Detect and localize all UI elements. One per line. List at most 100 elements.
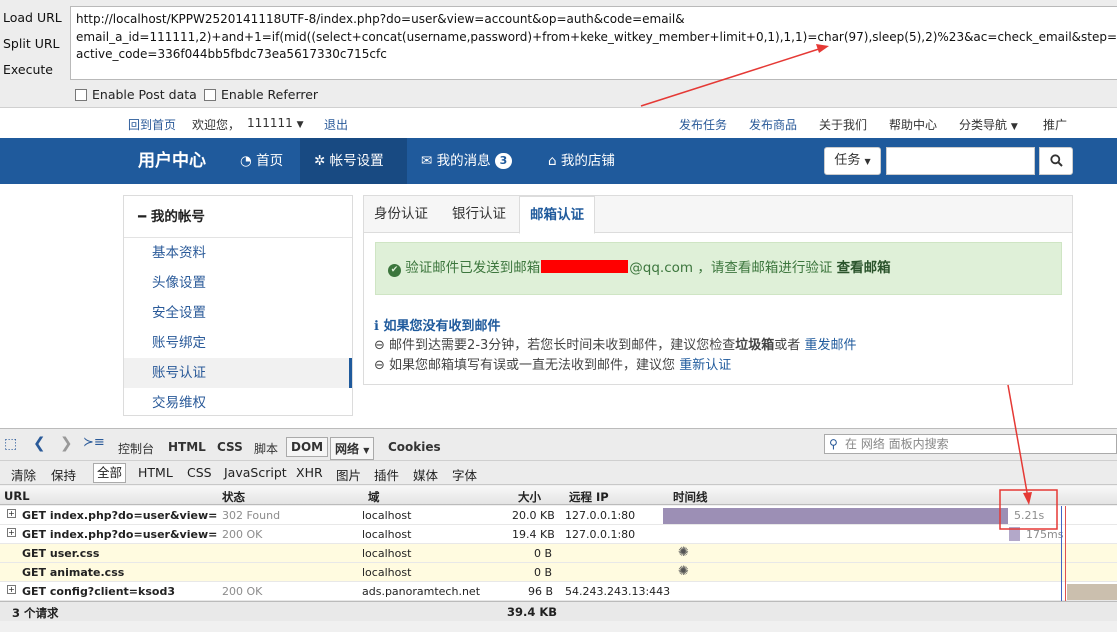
- tab-identity[interactable]: 身份认证: [364, 196, 438, 233]
- tab-email[interactable]: 邮箱认证: [519, 196, 595, 234]
- col-remote-ip[interactable]: 远程 IP: [569, 489, 609, 505]
- filter-all[interactable]: 全部: [93, 463, 127, 483]
- alert-suffix: ，请查看邮箱进行验证: [697, 260, 833, 276]
- tab-script[interactable]: 脚本: [254, 440, 278, 457]
- verification-panel: 身份认证 银行认证 邮箱认证 ✔ 验证邮件已发送到邮箱 @qq.com ，请查看邮…: [363, 195, 1073, 385]
- sidebar-item-avatar[interactable]: 头像设置: [124, 268, 352, 298]
- url-textarea[interactable]: http://localhost/KPPW2520141118UTF-8/ind…: [70, 6, 1117, 80]
- sidebar-item-verification[interactable]: 账号认证: [124, 358, 352, 388]
- filter-javascript[interactable]: JavaScript: [224, 465, 287, 480]
- help-line-1: ⊖ 邮件到达需要2-3分钟，若您长时间未收到邮件，建议您检查垃圾箱或者 重发邮件: [374, 336, 856, 356]
- request-domain: localhost: [362, 509, 412, 522]
- forward-icon[interactable]: ❯: [60, 434, 73, 452]
- request-ip: 127.0.0.1:80: [565, 528, 636, 541]
- request-size: 0 B: [534, 566, 553, 579]
- checkbox-icon[interactable]: [204, 89, 216, 101]
- reverify-link[interactable]: 重新认证: [679, 358, 731, 373]
- clear-button[interactable]: 清除: [11, 465, 36, 484]
- request-domain: localhost: [362, 528, 412, 541]
- load-url-button[interactable]: Load URL: [0, 6, 66, 30]
- request-domain: localhost: [362, 566, 412, 579]
- tab-dom[interactable]: DOM: [286, 437, 329, 457]
- table-row[interactable]: + GET index.php?do=user&view= 302 Found …: [0, 506, 1117, 525]
- nav-account-settings[interactable]: ✲ 帐号设置: [300, 138, 407, 184]
- resend-email-link[interactable]: 重发邮件: [804, 338, 856, 353]
- filter-fonts[interactable]: 字体: [452, 465, 477, 484]
- table-row[interactable]: + GET index.php?do=user&view= 200 OK loc…: [0, 525, 1117, 544]
- help-line-2: ⊖ 如果您邮箱填写有误或一直无法收到邮件，建议您 重新认证: [374, 356, 731, 376]
- tab-cookies[interactable]: Cookies: [388, 440, 441, 454]
- redacted-email: [541, 260, 629, 273]
- spam-folder-text: 垃圾箱: [735, 338, 775, 353]
- minus-circle-icon: ⊖: [374, 358, 385, 373]
- sidebar-item-binding[interactable]: 账号绑定: [124, 328, 352, 358]
- tab-network[interactable]: 网络 ▼: [330, 437, 375, 460]
- tab-html[interactable]: HTML: [168, 440, 206, 454]
- logout-link[interactable]: 退出: [324, 116, 348, 133]
- home-link[interactable]: 回到首页: [128, 116, 176, 133]
- enable-referrer-label: Enable Referrer: [221, 87, 319, 102]
- nav-home[interactable]: ◔ 首页: [232, 138, 300, 184]
- request-ip: 54.243.243.13:443: [565, 585, 671, 598]
- filter-images[interactable]: 图片: [336, 465, 361, 484]
- enable-post-checkbox[interactable]: Enable Post data: [75, 87, 197, 103]
- search-icon: [1049, 154, 1063, 167]
- category-nav-link[interactable]: 分类导航 ▼: [959, 116, 1018, 133]
- help-line1-text: 邮件到达需要2-3分钟，若您长时间未收到邮件，建议您检查: [389, 338, 736, 353]
- request-url: GET index.php?do=user&view=: [22, 509, 218, 522]
- col-domain[interactable]: 域: [368, 489, 380, 505]
- command-line-icon[interactable]: ≻≡: [83, 435, 105, 450]
- filter-html[interactable]: HTML: [138, 465, 173, 480]
- sidebar-title-label: 我的帐号: [150, 209, 205, 225]
- messages-count-badge: 3: [494, 153, 513, 169]
- request-time: 5.21s: [1014, 509, 1045, 522]
- table-row[interactable]: GET user.css localhost 0 B ✺: [0, 544, 1117, 563]
- nav-my-shop[interactable]: ⌂ 我的店铺: [534, 138, 634, 184]
- col-size[interactable]: 大小: [518, 489, 541, 505]
- caret-down-icon: ▼: [1010, 122, 1018, 132]
- main-nav: 用户中心 ◔ 首页 ✲ 帐号设置 ✉ 我的消息 3 ⌂ 我的店铺 任务 ▼: [0, 138, 1117, 184]
- request-url: GET index.php?do=user&view=: [22, 528, 218, 541]
- col-timeline[interactable]: 时间线: [673, 489, 708, 505]
- publish-task-link[interactable]: 发布任务: [679, 116, 727, 133]
- search-button[interactable]: [1039, 147, 1073, 175]
- col-url[interactable]: URL: [4, 489, 30, 503]
- timeline-dom-marker: [1061, 506, 1062, 601]
- nav-messages[interactable]: ✉ 我的消息 3: [407, 138, 534, 184]
- expand-icon[interactable]: +: [7, 528, 16, 537]
- promote-link[interactable]: 推广: [1043, 116, 1067, 133]
- table-row[interactable]: + GET config?client=ksod3 200 OK ads.pan…: [0, 582, 1117, 601]
- back-icon[interactable]: ❮: [33, 434, 46, 452]
- checkbox-icon[interactable]: [75, 89, 87, 101]
- filter-css[interactable]: CSS: [187, 465, 212, 480]
- col-status[interactable]: 状态: [222, 489, 245, 505]
- expand-icon[interactable]: +: [7, 509, 16, 518]
- network-summary: 3 个请求 39.4 KB: [0, 601, 1117, 621]
- persist-button[interactable]: 保持: [51, 465, 76, 484]
- request-domain: ads.panoramtech.net: [362, 585, 481, 598]
- tab-bank[interactable]: 银行认证: [442, 196, 516, 233]
- filter-media[interactable]: 媒体: [413, 465, 438, 484]
- search-input[interactable]: [886, 147, 1035, 175]
- filter-xhr[interactable]: XHR: [296, 465, 323, 480]
- username-link[interactable]: 111111 ▼: [247, 116, 304, 130]
- sidebar-title: ━ 我的帐号: [124, 196, 352, 238]
- network-search-input[interactable]: ⚲ 在 网络 面板内搜索: [824, 434, 1117, 454]
- inspect-icon[interactable]: ⬚: [4, 436, 17, 452]
- sidebar-item-profile[interactable]: 基本资料: [124, 238, 352, 268]
- view-mailbox-link[interactable]: 查看邮箱: [837, 260, 891, 276]
- tab-console[interactable]: 控制台: [118, 440, 154, 457]
- split-url-button[interactable]: Split URL: [0, 32, 66, 56]
- tab-css[interactable]: CSS: [217, 440, 243, 454]
- enable-referrer-checkbox[interactable]: Enable Referrer: [204, 87, 318, 103]
- execute-button[interactable]: Execute: [0, 58, 66, 82]
- help-center-link[interactable]: 帮助中心: [889, 116, 937, 133]
- expand-icon[interactable]: +: [7, 585, 16, 594]
- table-row[interactable]: GET animate.css localhost 0 B ✺: [0, 563, 1117, 582]
- sidebar-item-dispute[interactable]: 交易维权: [124, 388, 352, 418]
- publish-goods-link[interactable]: 发布商品: [749, 116, 797, 133]
- sidebar-item-security[interactable]: 安全设置: [124, 298, 352, 328]
- filter-plugins[interactable]: 插件: [374, 465, 399, 484]
- task-type-select[interactable]: 任务 ▼: [824, 147, 881, 175]
- about-us-link[interactable]: 关于我们: [819, 116, 867, 133]
